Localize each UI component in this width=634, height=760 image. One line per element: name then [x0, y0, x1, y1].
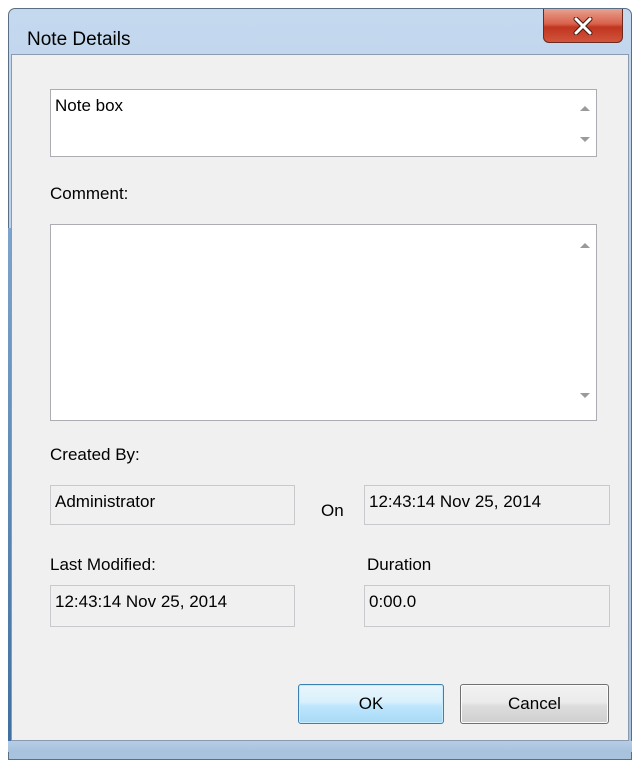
window-title: Note Details	[27, 29, 131, 50]
duration-value: 0:00.0	[369, 592, 417, 611]
scroll-up-arrow-icon[interactable]	[577, 237, 593, 253]
last-modified-value: 12:43:14 Nov 25, 2014	[55, 592, 228, 611]
created-on-field: 12:43:14 Nov 25, 2014	[364, 485, 610, 525]
on-label: On	[321, 501, 344, 520]
scroll-down-arrow-icon[interactable]	[577, 132, 593, 148]
created-by-label: Created By:	[50, 445, 140, 464]
scroll-down-arrow-icon[interactable]	[577, 388, 593, 404]
note-text: Note box	[55, 96, 124, 115]
close-button[interactable]	[543, 9, 623, 43]
ok-button[interactable]: OK	[298, 684, 444, 724]
created-by-field: Administrator	[50, 485, 295, 525]
comment-label: Comment:	[50, 184, 129, 203]
created-by-value: Administrator	[55, 492, 156, 511]
scroll-up-arrow-icon[interactable]	[577, 100, 593, 116]
dialog-client-area: Note box Comment: Created By: Administra…	[11, 54, 629, 741]
comment-textbox[interactable]	[50, 224, 597, 421]
last-modified-field: 12:43:14 Nov 25, 2014	[50, 585, 295, 627]
duration-field: 0:00.0	[364, 585, 610, 627]
note-textbox[interactable]: Note box	[50, 89, 597, 157]
created-on-value: 12:43:14 Nov 25, 2014	[369, 492, 542, 511]
cancel-button[interactable]: Cancel	[460, 684, 609, 724]
window-bottom-frame	[8, 741, 632, 752]
duration-label: Duration	[367, 555, 432, 574]
last-modified-label: Last Modified:	[50, 555, 156, 574]
close-icon	[573, 16, 593, 35]
